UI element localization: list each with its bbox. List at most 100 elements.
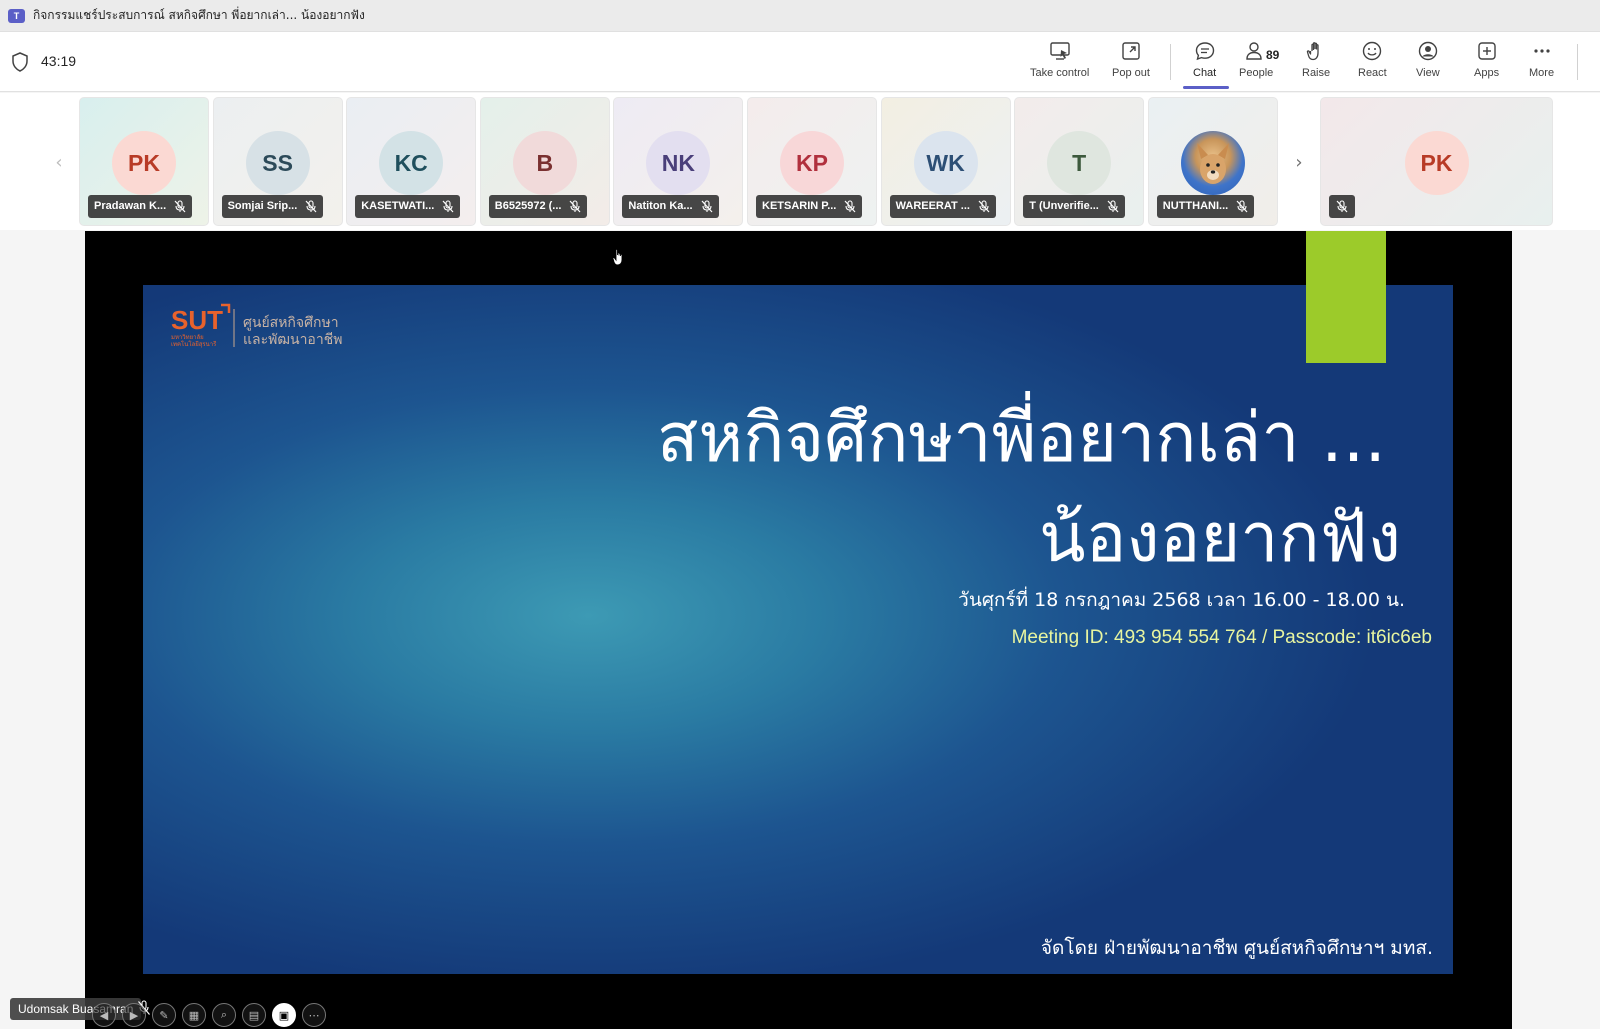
take-control-button[interactable]: Take control [1030, 40, 1089, 88]
participant-tile[interactable]: B B6525972 (... [479, 97, 610, 226]
avatar: T [1047, 131, 1112, 195]
more-dots-icon [1533, 49, 1550, 53]
mic-off-icon [1236, 200, 1248, 213]
participant-tile-extra[interactable]: PK [1320, 97, 1553, 226]
participant-name: KASETWATI... [361, 200, 435, 212]
grid-icon: ▦ [188, 1008, 200, 1022]
view-label: View [1416, 67, 1440, 79]
participant-name: B6525972 (... [494, 200, 562, 212]
people-label: People [1239, 67, 1274, 79]
slide-next-button[interactable]: ▶ [122, 1003, 146, 1027]
arrow-left-icon: ◀ [99, 1008, 109, 1022]
subtitles-button[interactable]: ▤ [242, 1003, 266, 1027]
strip-prev-button[interactable]: ‹ [43, 98, 75, 226]
view-button[interactable]: View [1416, 40, 1440, 88]
more-button[interactable]: More [1529, 40, 1554, 88]
raise-hand-button[interactable]: Raise [1302, 40, 1330, 88]
chat-button[interactable]: Chat [1193, 40, 1216, 88]
slide-footer: จัดโดย ฝ่ายพัฒนาอาชีพ ศูนย์สหกิจศึกษาฯ ม… [1040, 937, 1433, 959]
participant-tile[interactable]: NK Natiton Ka... [613, 97, 744, 226]
pen-icon: ✎ [159, 1008, 169, 1022]
apps-button[interactable]: Apps [1474, 40, 1499, 88]
slide-title-line1: สหกิจศึกษาพี่อยากเล่า ... [656, 399, 1386, 478]
arrow-right-icon: ▶ [129, 1008, 139, 1022]
slide-date: วันศุกร์ที่ 18 กรกฎาคม 2568 เวลา 16.00 -… [958, 589, 1405, 611]
slide-prev-button[interactable]: ◀ [92, 1003, 116, 1027]
react-button[interactable]: React [1358, 40, 1387, 88]
participant-name-tag: T (Unverifie... [1023, 195, 1125, 218]
participant-name-tag: Natiton Ka... [622, 195, 719, 218]
participant-tile[interactable]: SS Somjai Srip... [212, 97, 343, 226]
hand-cursor-icon [612, 248, 623, 266]
avatar: NK [646, 131, 711, 195]
subtitles-icon: ▤ [248, 1008, 260, 1022]
chat-active-indicator [1183, 86, 1229, 89]
participant-name-tag: Somjai Srip... [221, 195, 324, 218]
more-label: More [1529, 67, 1555, 79]
camera-toggle-button[interactable]: ▣ [272, 1003, 296, 1027]
mic-off-icon [1107, 200, 1119, 213]
participant-name: T (Unverifie... [1029, 200, 1099, 212]
participant-name: Pradawan K... [94, 200, 167, 212]
mic-off-icon [442, 200, 454, 213]
toolbar-divider [1170, 44, 1171, 80]
sut-logo: SUT มหาวิทยาลัย เทคโนโลยีสุรนารี ศูนย์สห… [171, 303, 342, 348]
participant-name: Somjai Srip... [227, 200, 298, 212]
participant-name-tag: B6525972 (... [488, 195, 588, 218]
avatar: PK [1404, 131, 1469, 195]
window-title: กิจกรรมแชร์ประสบการณ์ สหกิจศึกษา พี่อยาก… [33, 8, 365, 22]
participant-tile[interactable]: KP KETSARIN P... [747, 97, 877, 226]
slide-accent-tab [1306, 231, 1386, 363]
apps-label: Apps [1474, 67, 1500, 79]
participant-tile[interactable]: NUTTHANI... [1147, 97, 1278, 226]
take-control-label: Take control [1030, 67, 1090, 79]
svg-text:ศูนย์สหกิจศึกษา: ศูนย์สหกิจศึกษา [243, 314, 339, 331]
mic-off-icon [978, 200, 990, 213]
avatar: SS [245, 131, 310, 195]
presentation-slide: SUT มหาวิทยาลัย เทคโนโลยีสุรนารี ศูนย์สห… [143, 285, 1453, 974]
participant-name-tag: KETSARIN P... [756, 195, 863, 218]
avatar [1180, 131, 1245, 195]
teams-logo-icon: T [8, 8, 25, 23]
participant-name: KETSARIN P... [762, 200, 837, 212]
mic-off-icon [174, 200, 186, 213]
toolbar-divider [1577, 44, 1578, 80]
add-app-icon [1477, 42, 1496, 60]
zoom-button[interactable]: ⌕ [212, 1003, 236, 1027]
pen-tool-button[interactable]: ✎ [152, 1003, 176, 1027]
slide-meeting-id: Meeting ID: 493 954 554 764 / Passcode: … [1011, 627, 1432, 648]
mic-off-icon [305, 200, 317, 213]
chevron-right-icon: › [1295, 151, 1303, 173]
more-dots-icon: ⋯ [308, 1008, 320, 1022]
svg-text:SUT: SUT [171, 305, 223, 335]
muted-badge [1329, 195, 1355, 218]
svg-text:เทคโนโลยีสุรนารี: เทคโนโลยีสุรนารี [171, 340, 217, 348]
participant-tile[interactable]: WK WAREERAT ... [880, 97, 1011, 226]
meeting-timer: 43:19 [41, 53, 77, 69]
magnifier-icon: ⌕ [220, 1008, 228, 1021]
participant-tile[interactable]: PK Pradawan K... [79, 97, 209, 226]
camera-icon: ▣ [278, 1008, 290, 1022]
avatar: B [512, 131, 577, 195]
mic-off-icon [1336, 200, 1348, 213]
participant-name: WAREERAT ... [895, 200, 970, 212]
avatar: KC [379, 131, 444, 195]
raise-label: Raise [1302, 67, 1331, 79]
pop-out-button[interactable]: Pop out [1112, 40, 1150, 88]
participant-tile[interactable]: KC KASETWATI... [346, 97, 477, 226]
hand-icon [1306, 42, 1319, 61]
pop-out-label: Pop out [1112, 67, 1150, 79]
participant-name: Natiton Ka... [628, 200, 693, 212]
shield-icon[interactable] [11, 52, 29, 72]
slide-title-line2: น้องอยากฟัง [1039, 499, 1401, 578]
more-options-button[interactable]: ⋯ [302, 1003, 326, 1027]
chat-label: Chat [1193, 67, 1217, 79]
participant-name-tag: NUTTHANI... [1156, 195, 1255, 218]
participant-tile[interactable]: T T (Unverifie... [1014, 97, 1145, 226]
slides-grid-button[interactable]: ▦ [182, 1003, 206, 1027]
participant-name-tag: KASETWATI... [355, 195, 461, 218]
take-control-icon [1049, 42, 1070, 60]
avatar: KP [780, 131, 844, 195]
strip-next-button[interactable]: › [1283, 98, 1315, 226]
people-icon [1246, 42, 1262, 60]
